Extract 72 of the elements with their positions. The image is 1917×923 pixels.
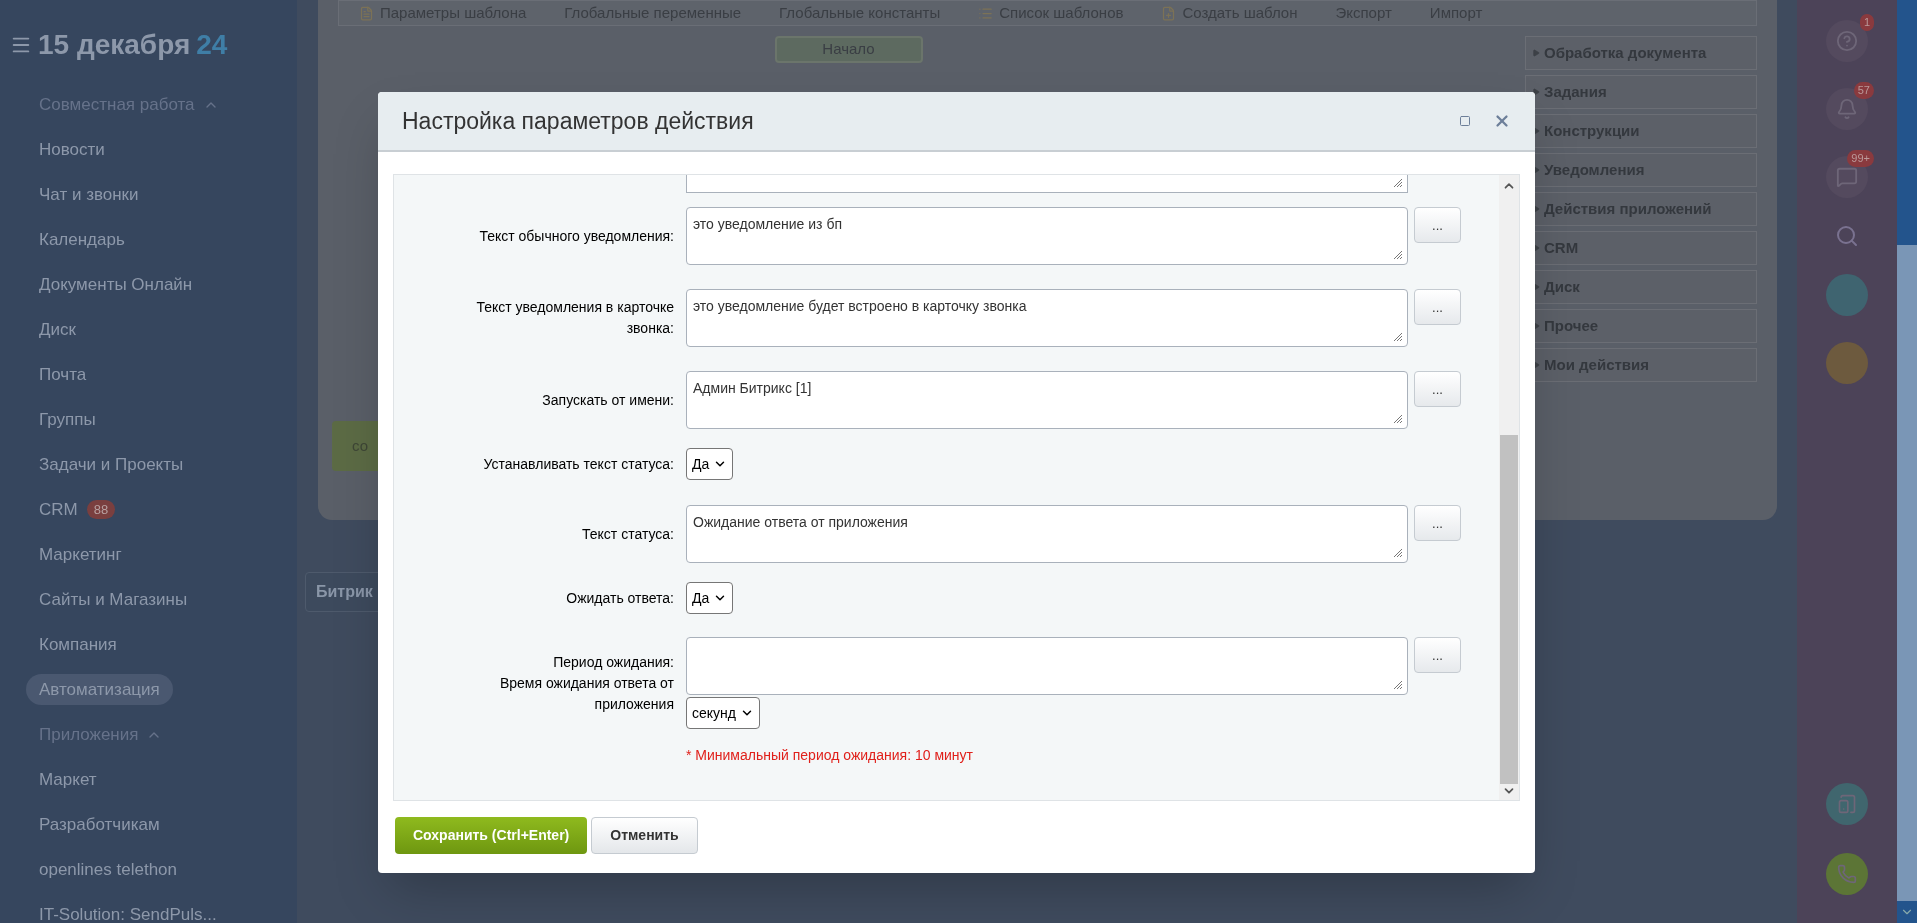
search-icon[interactable]: [1835, 224, 1859, 248]
menu-item[interactable]: openlines telethon: [26, 853, 190, 886]
select-field[interactable]: Да: [686, 448, 734, 480]
phone-icon: [1837, 864, 1857, 884]
menu-item[interactable]: IT-Solution: SendPuls...: [26, 898, 230, 923]
text-area[interactable]: [686, 637, 1408, 695]
resize-handle-icon: [1393, 414, 1403, 424]
cancel-button[interactable]: Отменить: [591, 817, 698, 854]
expand-arrow-icon: [1532, 49, 1540, 57]
field-label: Текст обычного уведомления:: [479, 227, 674, 244]
field-label: Период ожидания:: [553, 653, 674, 670]
select-field[interactable]: секунд: [686, 697, 760, 729]
maximize-icon[interactable]: [1459, 115, 1471, 127]
notification-badge: 99+: [1847, 150, 1874, 167]
field-label: Ожидать ответа:: [566, 589, 674, 606]
menu-item[interactable]: Новости: [26, 133, 118, 166]
devices-icon: [1837, 794, 1857, 814]
picker-button[interactable]: ...: [1414, 207, 1461, 243]
menu-item[interactable]: Маркетинг: [26, 538, 135, 571]
text-area[interactable]: Ожидание ответа от приложения: [686, 505, 1408, 563]
menu-item[interactable]: Чат и звонки: [26, 178, 152, 211]
menu-item[interactable]: Почта: [26, 358, 100, 391]
bell-icon: [1836, 98, 1858, 120]
help-button[interactable]: [1826, 20, 1868, 62]
dialog-title: Настройка параметров действия: [402, 106, 755, 136]
menu-item[interactable]: Диск: [26, 313, 89, 346]
expand-arrow-icon: [1532, 88, 1540, 96]
field-hint: Время ожидания ответа от приложения: [499, 674, 674, 712]
picker-button[interactable]: ...: [1414, 505, 1461, 541]
resize-handle-icon: [1393, 680, 1403, 690]
notification-badge: 57: [1853, 82, 1874, 99]
field-label: Текст уведомления в карточке звонка:: [476, 299, 674, 336]
text-area[interactable]: Админ Битрикс [1]: [686, 371, 1408, 429]
menu-item[interactable]: Маркет: [26, 763, 110, 796]
resize-handle-icon: [1393, 548, 1403, 558]
date-heading: 15 декабря: [38, 28, 191, 62]
help-icon: [1836, 30, 1858, 52]
menu-item[interactable]: Компания: [26, 628, 130, 661]
menu-item[interactable]: Задачи и Проекты: [26, 448, 197, 481]
menu-item[interactable]: Документы Онлайн: [26, 268, 206, 301]
notifications-button[interactable]: [1826, 88, 1868, 130]
resize-handle-icon: [1393, 332, 1403, 342]
select-field[interactable]: Да: [686, 582, 734, 614]
field-label: Текст статуса:: [582, 525, 674, 542]
picker-button[interactable]: ...: [1414, 289, 1461, 325]
menu-item[interactable]: Автоматизация: [26, 673, 173, 706]
dialog-scrollbar[interactable]: [1499, 175, 1519, 800]
chat-icon: [1836, 166, 1858, 188]
field-label: Запускать от имени:: [542, 391, 674, 408]
page-scrollbar[interactable]: [1897, 0, 1917, 923]
text-area[interactable]: это уведомление будет встроено в карточку звонка: [686, 289, 1408, 347]
counter-badge: 88: [86, 499, 116, 520]
field-label: Устанавливать текст статуса:: [483, 455, 674, 472]
menu-item[interactable]: Сайты и Магазины: [26, 583, 201, 616]
resize-handle-icon: [1393, 178, 1403, 188]
close-icon[interactable]: [1493, 112, 1511, 130]
avatar[interactable]: [1826, 274, 1868, 316]
picker-button[interactable]: ...: [1414, 371, 1461, 407]
menu-item[interactable]: Календарь: [26, 223, 138, 256]
notification-badge: 1: [1859, 14, 1874, 31]
validation-note: * Минимальный период ожидания: 10 минут: [686, 747, 973, 763]
text-area[interactable]: это уведомление из бп: [686, 207, 1408, 265]
save-button[interactable]: Сохранить (Ctrl+Enter): [395, 817, 588, 854]
menu-item[interactable]: Разработчикам: [26, 808, 173, 841]
menu-item[interactable]: Группы: [26, 403, 109, 436]
resize-handle-icon: [1393, 250, 1403, 260]
year-label: 24: [196, 28, 228, 62]
avatar[interactable]: [1826, 342, 1868, 384]
picker-button[interactable]: ...: [1414, 637, 1461, 673]
chat-button[interactable]: [1826, 156, 1868, 198]
phone-app-button[interactable]: [1826, 783, 1868, 825]
call-button[interactable]: [1826, 853, 1868, 895]
